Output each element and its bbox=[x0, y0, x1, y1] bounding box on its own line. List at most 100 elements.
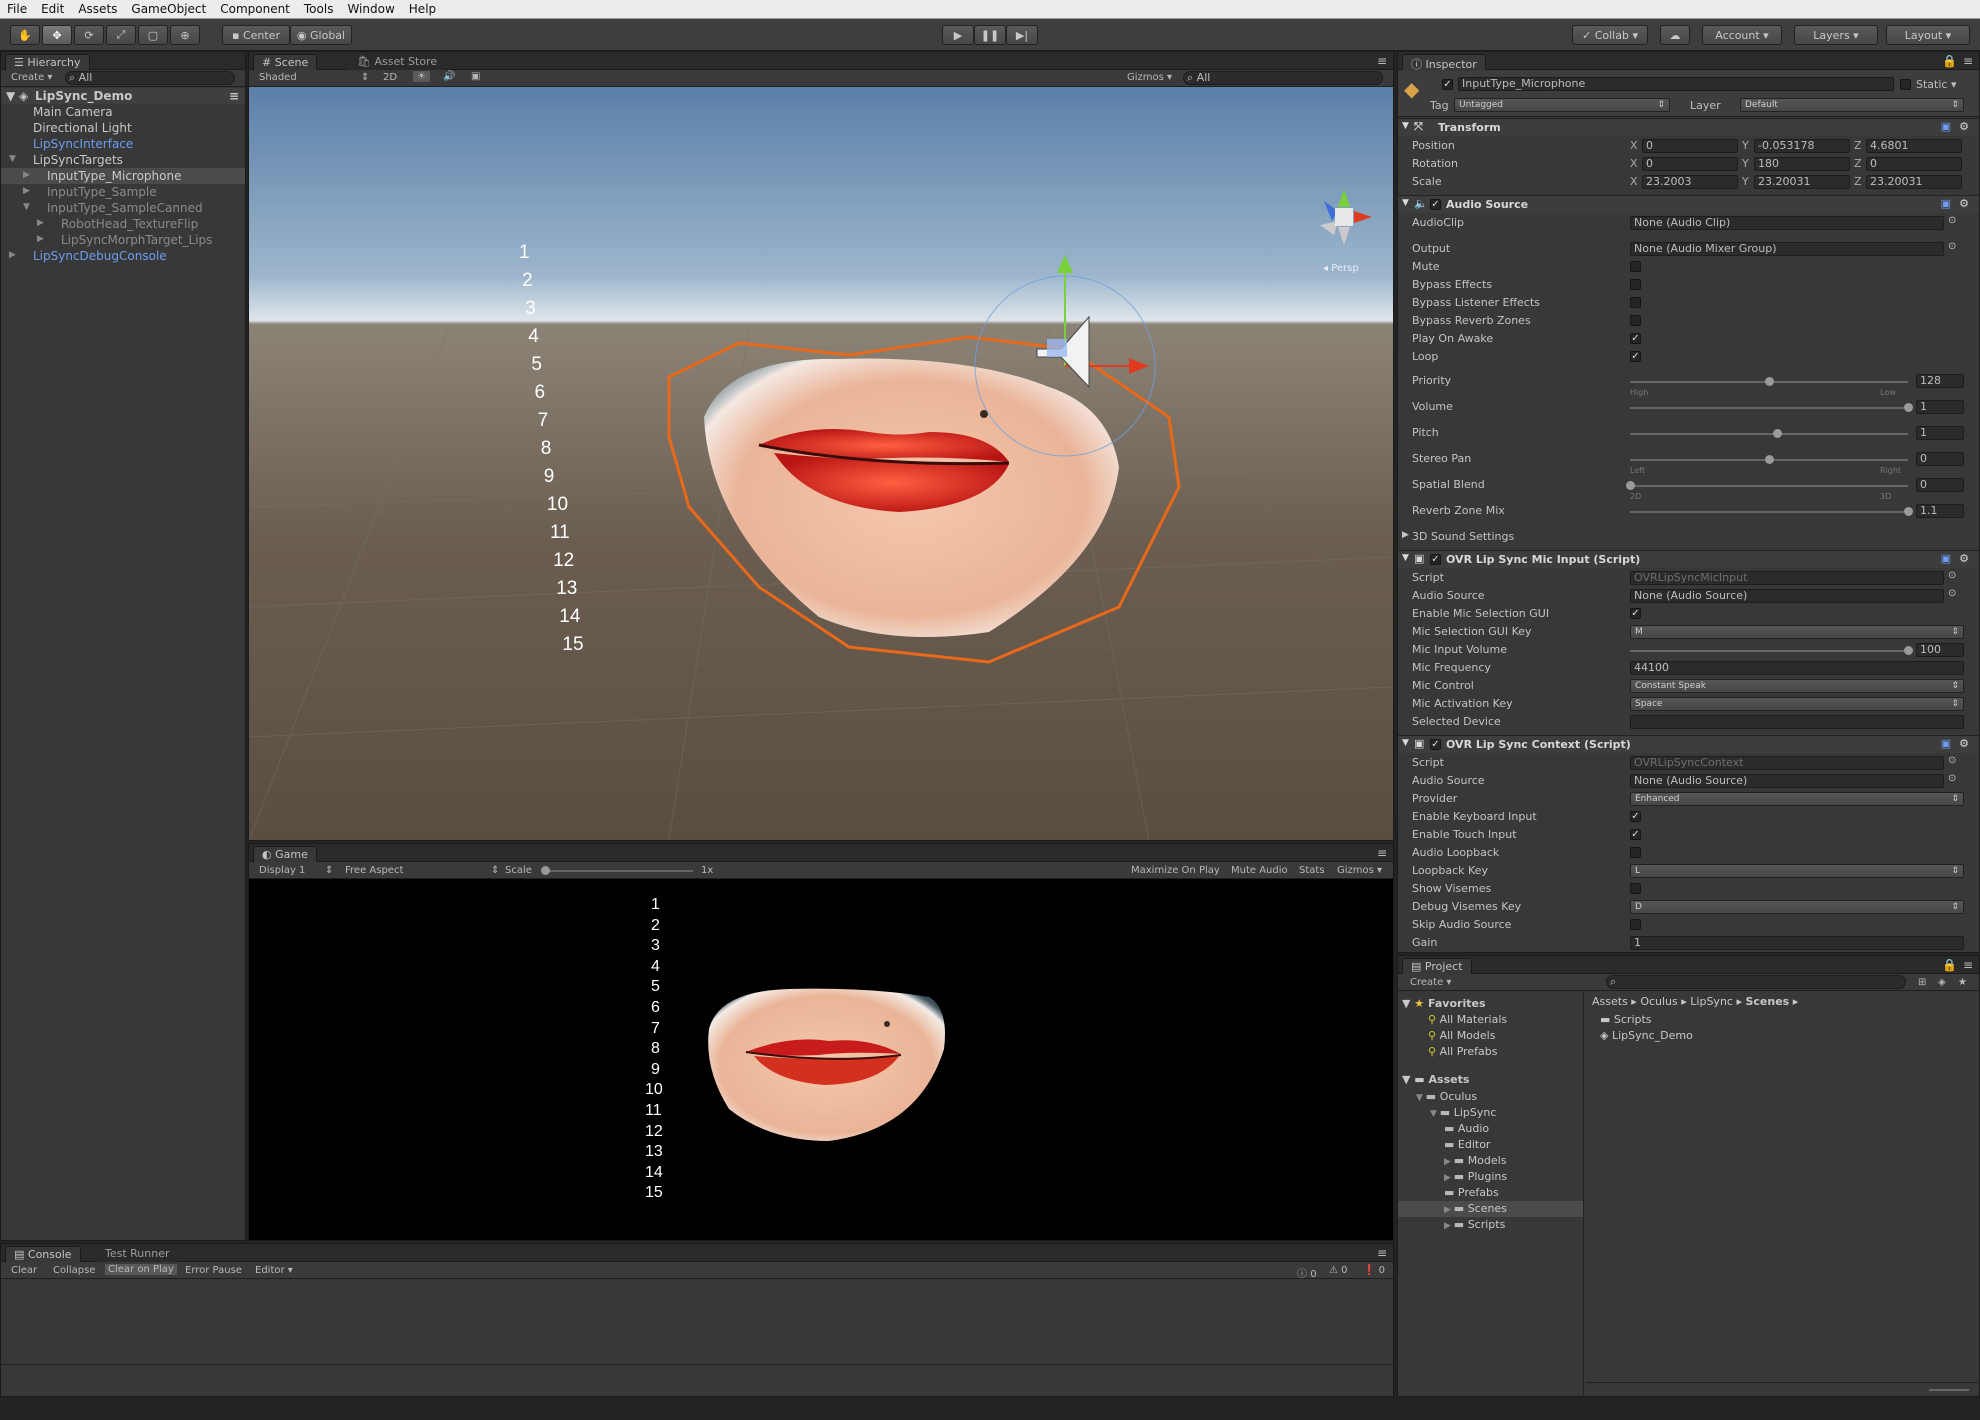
active-checkbox[interactable]: ✓ bbox=[1442, 79, 1453, 90]
icon-size-slider[interactable] bbox=[1929, 1389, 1969, 1391]
tab-project[interactable]: ▤ Project bbox=[1402, 958, 1472, 974]
warning-count[interactable]: ⚠ 0 bbox=[1329, 1265, 1348, 1276]
mute-audio-toggle[interactable]: Mute Audio bbox=[1231, 865, 1288, 876]
transform-x-field[interactable]: 0 bbox=[1642, 157, 1738, 171]
expand-arrow-icon[interactable]: ▼ bbox=[6, 89, 15, 103]
component-enabled-checkbox[interactable]: ✓ bbox=[1430, 199, 1441, 210]
lock-icon[interactable]: 🔒 bbox=[1942, 54, 1957, 68]
fold-arrow-icon[interactable]: ▶ bbox=[1402, 530, 1409, 540]
component-header[interactable]: ▼ ▣ ✓ OVR Lip Sync Mic Input (Script) ▣ ⚙ bbox=[1398, 550, 1979, 568]
selected-device-field[interactable] bbox=[1630, 715, 1964, 729]
bypass-effects-checkbox[interactable] bbox=[1630, 279, 1641, 290]
transform-y-field[interactable]: -0.053178 bbox=[1754, 139, 1850, 153]
help-icon[interactable]: ▣ bbox=[1941, 120, 1951, 133]
pivot-global-button[interactable]: ◉ Global bbox=[290, 25, 352, 45]
mic-volume-slider-knob[interactable] bbox=[1904, 646, 1913, 655]
mic-volume-slider[interactable] bbox=[1630, 650, 1908, 652]
lighting-toggle-icon[interactable]: ☀ bbox=[413, 71, 430, 82]
hierarchy-create-button[interactable]: Create ▾ bbox=[11, 72, 52, 83]
spatial-blend-value[interactable]: 0 bbox=[1916, 478, 1964, 492]
object-picker-icon[interactable]: ⊙ bbox=[1948, 588, 1956, 599]
fav-all-models[interactable]: ⚲ All Models bbox=[1428, 1029, 1495, 1042]
step-button[interactable]: ▶| bbox=[1006, 25, 1038, 45]
clear-button[interactable]: Clear bbox=[11, 1265, 37, 1276]
project-tree-item[interactable]: ▬ Audio bbox=[1398, 1121, 1583, 1137]
project-search-input[interactable]: ⌕ bbox=[1606, 975, 1906, 989]
file-lipsync-demo-scene[interactable]: ◈ LipSync_Demo bbox=[1600, 1029, 1693, 1042]
priority-slider-knob[interactable] bbox=[1765, 377, 1774, 386]
hierarchy-item[interactable]: Main Camera bbox=[1, 104, 245, 120]
aspect-dropdown[interactable]: Free Aspect bbox=[345, 865, 403, 876]
bypass-reverb-zones-checkbox[interactable] bbox=[1630, 315, 1641, 326]
hierarchy-item[interactable]: ▼ LipSyncTargets bbox=[1, 152, 245, 168]
tab-game[interactable]: ◐ Game bbox=[253, 846, 317, 862]
pitch-value[interactable]: 1 bbox=[1916, 426, 1964, 440]
filter-type-icon[interactable]: ⊞ bbox=[1918, 977, 1926, 988]
project-tree-item[interactable]: ▼ ▬ LipSync bbox=[1398, 1105, 1583, 1121]
fold-arrow-icon[interactable]: ▼ bbox=[1402, 553, 1409, 563]
layers-dropdown[interactable]: Layers ▾ bbox=[1794, 25, 1878, 45]
filter-label-icon[interactable]: ◈ bbox=[1938, 977, 1946, 988]
enable-touch-input-checkbox[interactable]: ✓ bbox=[1630, 829, 1641, 840]
static-dropdown[interactable]: Static ▾ bbox=[1916, 78, 1956, 91]
scene-search-input[interactable]: ⌕ All bbox=[1183, 71, 1383, 85]
game-gizmos-dropdown[interactable]: Gizmos ▾ bbox=[1337, 865, 1382, 876]
tag-dropdown[interactable]: Untagged ⇕ bbox=[1454, 98, 1670, 112]
scene-viewport[interactable]: ◂ Persp 1 2 3 4 5 6 7 8 9 10 11 12 13 14 15 bbox=[249, 87, 1393, 840]
tab-console[interactable]: ▤ Console bbox=[5, 1246, 81, 1262]
menu-assets[interactable]: Assets bbox=[71, 2, 124, 16]
maximize-on-play-toggle[interactable]: Maximize On Play bbox=[1131, 865, 1220, 876]
panel-menu-icon[interactable]: ≡ bbox=[1377, 54, 1387, 68]
hierarchy-item[interactable]: ▶ InputType_Microphone bbox=[1, 168, 245, 184]
tab-test-runner[interactable]: Test Runner bbox=[97, 1246, 178, 1262]
game-viewport[interactable]: 1 2 3 4 5 6 7 8 9 10 11 12 13 14 15 bbox=[249, 879, 1393, 1240]
expand-arrow-icon[interactable]: ▼ bbox=[23, 202, 30, 212]
pitch-slider[interactable] bbox=[1630, 433, 1908, 435]
play-on-awake-checkbox[interactable]: ✓ bbox=[1630, 333, 1641, 344]
tab-inspector[interactable]: ⓘ Inspector bbox=[1402, 54, 1486, 71]
object-picker-icon[interactable]: ⊙ bbox=[1948, 755, 1956, 766]
enable-mic-selection-gui-checkbox[interactable]: ✓ bbox=[1630, 608, 1641, 619]
rect-tool-icon[interactable]: ▢ bbox=[138, 25, 168, 45]
mic-audio-source-field[interactable]: None (Audio Source) bbox=[1630, 589, 1944, 603]
skip-audio-source-checkbox[interactable] bbox=[1630, 919, 1641, 930]
loopback-key-dropdown[interactable]: L ⇕ bbox=[1630, 864, 1964, 878]
spatial-blend-slider-knob[interactable] bbox=[1626, 481, 1635, 490]
bypass-listener-effects-checkbox[interactable] bbox=[1630, 297, 1641, 308]
fold-arrow-icon[interactable]: ▼ bbox=[1402, 738, 1409, 748]
move-tool-icon[interactable]: ✥ bbox=[42, 25, 72, 45]
stats-toggle[interactable]: Stats bbox=[1299, 865, 1325, 876]
console-menu-icon[interactable]: ≡ bbox=[1377, 1246, 1387, 1260]
fold-arrow-icon[interactable]: ▼ bbox=[1402, 198, 1409, 208]
project-lock-icon[interactable]: 🔒 bbox=[1942, 958, 1957, 972]
object-picker-icon[interactable]: ⊙ bbox=[1948, 215, 1956, 226]
breadcrumb-assets[interactable]: Assets bbox=[1592, 995, 1628, 1008]
object-picker-icon[interactable]: ⊙ bbox=[1948, 773, 1956, 784]
project-tree-item[interactable]: ▬ Prefabs bbox=[1398, 1185, 1583, 1201]
collapse-arrow-icon[interactable]: ▶ bbox=[23, 170, 30, 180]
project-tree-item[interactable]: ▶ ▬ Scripts bbox=[1398, 1217, 1583, 1233]
account-dropdown[interactable]: Account ▾ bbox=[1702, 25, 1782, 45]
rotate-tool-icon[interactable]: ⟳ bbox=[74, 25, 104, 45]
component-header[interactable]: ▼ ▣ ✓ OVR Lip Sync Context (Script) ▣ ⚙ bbox=[1398, 735, 1979, 753]
hierarchy-item[interactable]: ▶ RobotHead_TextureFlip bbox=[1, 216, 245, 232]
favorites-header[interactable]: ▼ ★ Favorites bbox=[1402, 997, 1486, 1010]
menu-edit[interactable]: Edit bbox=[34, 2, 71, 16]
game-panel-menu-icon[interactable]: ≡ bbox=[1377, 846, 1387, 860]
breadcrumb-scenes[interactable]: Scenes bbox=[1745, 995, 1789, 1008]
fold-arrow-icon[interactable]: ▼ bbox=[1402, 121, 1409, 131]
static-checkbox[interactable] bbox=[1900, 79, 1911, 90]
output-field[interactable]: None (Audio Mixer Group) bbox=[1630, 242, 1944, 256]
settings-gear-icon[interactable]: ⚙ bbox=[1959, 552, 1969, 565]
hierarchy-search-input[interactable]: ⌕ All bbox=[65, 71, 235, 85]
show-visemes-checkbox[interactable] bbox=[1630, 883, 1641, 894]
hand-tool-icon[interactable]: ✋ bbox=[10, 25, 40, 45]
project-tree-item[interactable]: ▶ ▬ Scenes bbox=[1398, 1201, 1583, 1217]
settings-gear-icon[interactable]: ⚙ bbox=[1959, 197, 1969, 210]
component-header[interactable]: ▼ 🔈 ✓ Audio Source ▣ ⚙ bbox=[1398, 195, 1979, 213]
gain-field[interactable]: 1 bbox=[1630, 936, 1964, 950]
reverb-zone-mix-slider[interactable] bbox=[1630, 511, 1908, 513]
context-audio-source-field[interactable]: None (Audio Source) bbox=[1630, 774, 1944, 788]
info-count[interactable]: ⓘ 0 bbox=[1297, 1265, 1317, 1280]
loop-checkbox[interactable]: ✓ bbox=[1630, 351, 1641, 362]
